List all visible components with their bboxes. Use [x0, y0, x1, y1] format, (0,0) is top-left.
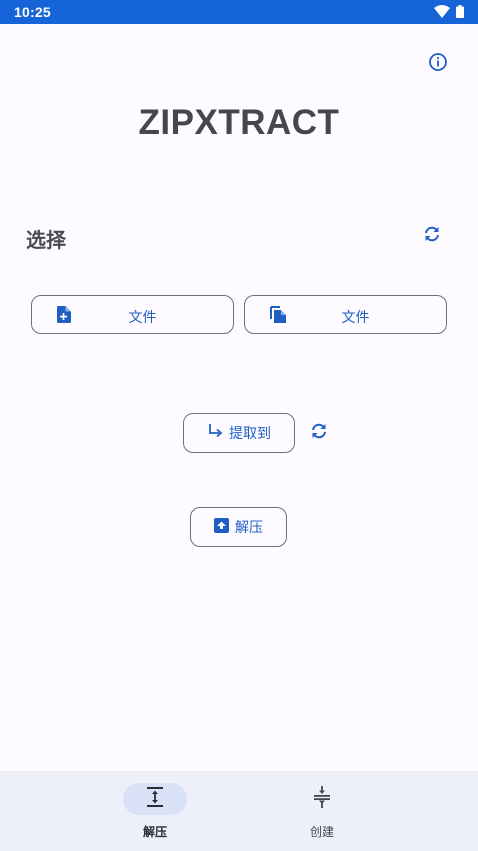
- nav-item-decompress[interactable]: 解压: [105, 771, 205, 851]
- subdirectory-arrow-icon: [207, 423, 223, 443]
- nav-pill: [290, 783, 354, 815]
- archive-icon: [214, 517, 229, 537]
- select-refresh-button[interactable]: [419, 223, 445, 249]
- status-bar: 10:25: [0, 0, 478, 24]
- info-icon: [428, 52, 448, 76]
- nav-label-decompress: 解压: [142, 825, 167, 839]
- nav-item-create[interactable]: 创建: [272, 771, 372, 851]
- nav-label-create: 创建: [309, 825, 334, 839]
- select-multiple-files-label: 文件: [341, 310, 370, 326]
- compress-vertical-icon: [313, 786, 331, 812]
- info-button[interactable]: [426, 52, 450, 76]
- expand-vertical-icon: [146, 786, 164, 812]
- decompress-label: 解压: [235, 520, 263, 536]
- status-time: 10:25: [14, 4, 51, 20]
- wifi-icon: [434, 3, 450, 22]
- decompress-button[interactable]: 解压: [190, 507, 287, 547]
- nav-active-indicator: [123, 783, 187, 815]
- app-title: ZIPXTRACT: [138, 103, 340, 142]
- select-multiple-files-button[interactable]: 文件: [244, 295, 447, 334]
- extract-to-button[interactable]: 提取到: [183, 413, 295, 453]
- select-section-label: 选择: [26, 228, 66, 252]
- select-file-label: 文件: [128, 310, 157, 326]
- extract-to-label: 提取到: [229, 426, 271, 442]
- battery-icon: [456, 3, 464, 22]
- refresh-icon: [422, 224, 442, 248]
- extract-refresh-button[interactable]: [306, 420, 332, 446]
- refresh-icon: [309, 421, 329, 445]
- status-icons: [434, 3, 464, 22]
- bottom-navigation: 解压 创建: [0, 771, 478, 851]
- select-file-button[interactable]: 文件: [31, 295, 234, 334]
